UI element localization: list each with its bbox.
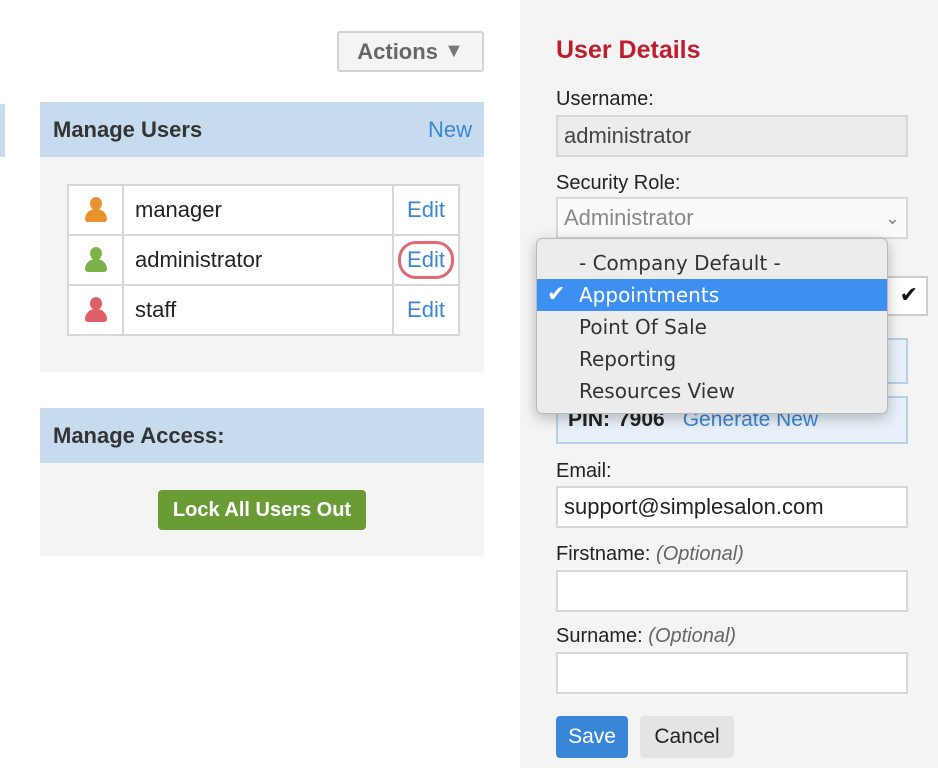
manage-users-header: Manage Users New	[40, 102, 484, 157]
manage-users-panel: Manage Users New manager Edit administra…	[40, 102, 484, 372]
edit-user-link[interactable]: Edit	[392, 284, 460, 336]
edit-user-link[interactable]: Edit	[392, 184, 460, 236]
firstname-label-text: Firstname:	[556, 543, 651, 565]
dropdown-option-selected[interactable]: ✔ Appointments	[537, 279, 887, 311]
user-icon-cell	[67, 234, 124, 286]
actions-button[interactable]: Actions ▼	[337, 31, 484, 72]
check-icon: ✔	[547, 282, 566, 307]
users-table: manager Edit administrator Edit staff Ed…	[67, 184, 460, 336]
edit-user-link-highlighted[interactable]: Edit	[392, 234, 460, 286]
firstname-optional-hint: (Optional)	[656, 543, 744, 565]
manage-access-header: Manage Access:	[40, 408, 484, 463]
surname-optional-hint: (Optional)	[648, 625, 737, 647]
user-icon-cell	[67, 284, 124, 336]
table-row: manager Edit	[67, 184, 460, 236]
user-icon	[83, 296, 109, 324]
actions-label: Actions	[357, 38, 438, 64]
surname-label-text: Surname:	[556, 625, 643, 647]
edit-highlight-circle[interactable]: Edit	[398, 241, 454, 279]
chevron-down-icon: ⌄	[884, 207, 900, 228]
save-button[interactable]: Save	[556, 716, 628, 758]
security-role-label: Security Role:	[556, 172, 681, 194]
table-row: administrator Edit	[67, 234, 460, 286]
dropdown-option-label: Point Of Sale	[579, 315, 707, 339]
email-label: Email:	[556, 460, 612, 482]
dropdown-option-label: Reporting	[579, 347, 677, 371]
dropdown-option-label: - Company Default -	[579, 251, 781, 275]
email-field[interactable]: support@simplesalon.com	[556, 486, 908, 528]
dropdown-option[interactable]: - Company Default -	[537, 247, 887, 279]
user-name: manager	[122, 184, 394, 236]
left-accent-bar	[0, 104, 5, 157]
surname-label: Surname: (Optional)	[556, 625, 736, 648]
user-name: administrator	[122, 234, 394, 286]
caret-down-icon: ▼	[443, 40, 464, 62]
manage-access-title: Manage Access:	[53, 422, 225, 448]
manage-users-title: Manage Users	[53, 116, 203, 142]
user-icon	[83, 246, 109, 274]
user-icon	[83, 196, 109, 224]
security-role-value: Administrator	[564, 205, 694, 230]
default-page-dropdown-menu: - Company Default - ✔ Appointments Point…	[536, 238, 888, 414]
dropdown-option[interactable]: Reporting	[537, 343, 887, 375]
username-field: administrator	[556, 115, 908, 157]
check-icon: ✔	[899, 282, 918, 307]
username-label: Username:	[556, 88, 654, 110]
cancel-button[interactable]: Cancel	[640, 716, 734, 758]
user-details-title: User Details	[556, 36, 701, 64]
table-row: staff Edit	[67, 284, 460, 336]
new-user-link[interactable]: New	[428, 117, 472, 143]
dropdown-option[interactable]: Point Of Sale	[537, 311, 887, 343]
user-icon-cell	[67, 184, 124, 236]
dropdown-option-label: Appointments	[579, 283, 720, 307]
firstname-field[interactable]	[556, 570, 908, 612]
dropdown-option[interactable]: Resources View	[537, 375, 887, 407]
manage-access-panel: Manage Access: Lock All Users Out	[40, 408, 484, 556]
user-name: staff	[122, 284, 394, 336]
dropdown-option-label: Resources View	[579, 379, 735, 403]
security-role-select[interactable]: Administrator ⌄	[556, 197, 908, 239]
surname-field[interactable]	[556, 652, 908, 694]
lock-all-users-out-button[interactable]: Lock All Users Out	[158, 490, 366, 530]
firstname-label: Firstname: (Optional)	[556, 543, 744, 566]
